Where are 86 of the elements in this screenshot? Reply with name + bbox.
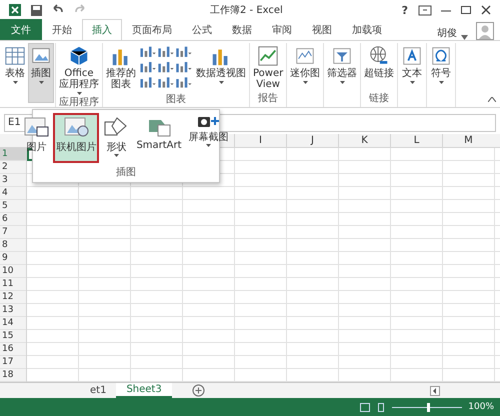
- help-button[interactable]: ?: [396, 4, 414, 16]
- account-name[interactable]: 胡俊: [437, 26, 457, 40]
- ribbon-tab[interactable]: 页面布局: [122, 19, 182, 40]
- spark-icon: [294, 45, 316, 67]
- caret-icon: [114, 154, 119, 157]
- row-header[interactable]: 10: [0, 265, 26, 278]
- column-header[interactable]: M: [442, 134, 494, 147]
- shape-icon: [103, 116, 130, 138]
- row-header[interactable]: 9: [0, 252, 26, 265]
- insert-option[interactable]: SmartArt: [133, 113, 185, 163]
- ribbon-button[interactable]: Office 应用程序: [57, 43, 101, 97]
- row-header[interactable]: 12: [0, 291, 26, 304]
- row-header[interactable]: 15: [0, 330, 26, 343]
- add-sheet-icon[interactable]: [192, 384, 205, 397]
- ribbon-tab[interactable]: 视图: [302, 19, 342, 40]
- ribbon-button[interactable]: 推荐的 图表: [104, 43, 138, 92]
- page-layout-icon[interactable]: [376, 402, 386, 412]
- ribbon-tab[interactable]: 审阅: [262, 19, 302, 40]
- globe-icon: [368, 45, 390, 67]
- ribbon-button[interactable]: Power View: [251, 43, 286, 92]
- column-header[interactable]: L: [390, 134, 442, 147]
- caret-icon: [12, 81, 18, 84]
- ribbon-button[interactable]: 筛选器: [325, 43, 360, 86]
- row-header[interactable]: 11: [0, 278, 26, 291]
- ribbon-button[interactable]: 数据透视图: [194, 43, 248, 86]
- column-header[interactable]: K: [338, 134, 390, 147]
- table-icon: [4, 45, 26, 67]
- sheet-tab[interactable]: Sheet3: [116, 383, 172, 398]
- window-title: 工作簿2 - Excel: [210, 4, 283, 17]
- save-icon[interactable]: [30, 4, 43, 16]
- row-header[interactable]: 6: [0, 213, 26, 226]
- group-label: 插图: [116, 166, 136, 179]
- row-header[interactable]: 1: [0, 148, 26, 161]
- caret-icon: [340, 81, 345, 84]
- normal-view-icon[interactable]: [360, 402, 370, 412]
- power-icon: [257, 45, 280, 67]
- maximize-icon[interactable]: [460, 5, 472, 15]
- row-header[interactable]: 5: [0, 200, 26, 213]
- ribbon-button[interactable]: 迷你图: [288, 43, 322, 86]
- row-header[interactable]: 14: [0, 317, 26, 330]
- insert-option[interactable]: 联机图片: [53, 113, 100, 163]
- ribbon-button[interactable]: 文本: [399, 43, 426, 86]
- online-icon: [63, 116, 90, 138]
- zoom-level[interactable]: 100%: [468, 402, 494, 412]
- omega-icon: [430, 45, 452, 67]
- ribbon-tab[interactable]: 开始: [42, 19, 82, 40]
- ribbon-tab[interactable]: 文件: [0, 19, 42, 40]
- group-label: 链接: [369, 93, 390, 104]
- row-header[interactable]: 13: [0, 304, 26, 317]
- column-header[interactable]: J: [286, 134, 338, 147]
- ribbon-button[interactable]: 表格: [2, 43, 28, 86]
- scroll-left-icon[interactable]: [430, 386, 440, 396]
- group-label: 应用程序: [59, 97, 99, 108]
- row-header[interactable]: 16: [0, 343, 26, 356]
- caret-icon: [218, 81, 224, 84]
- row-header[interactable]: 7: [0, 226, 26, 239]
- caret-icon: [38, 81, 44, 84]
- excel-logo-icon: [8, 3, 22, 17]
- cube-icon: [68, 45, 90, 67]
- caret-icon: [302, 81, 308, 84]
- ribbon-tab[interactable]: 数据: [222, 19, 262, 40]
- ribbon-tab[interactable]: 加载项: [342, 19, 392, 40]
- caret-icon: [76, 92, 82, 95]
- ribbon-display-icon[interactable]: [418, 4, 432, 16]
- caret-icon: [438, 81, 444, 84]
- row-header[interactable]: 2: [0, 161, 26, 174]
- group-label: 报告: [258, 93, 278, 104]
- text-icon: [401, 45, 424, 67]
- ribbon-button[interactable]: 超链接: [362, 43, 396, 81]
- ribbon-tab[interactable]: 插入: [82, 19, 122, 40]
- row-header[interactable]: 3: [0, 174, 26, 187]
- insert-option[interactable]: 形状: [100, 113, 132, 163]
- row-header[interactable]: 17: [0, 356, 26, 369]
- column-header[interactable]: I: [234, 134, 286, 147]
- row-header[interactable]: 4: [0, 187, 26, 200]
- caret-icon: [410, 81, 415, 84]
- sheet-tab[interactable]: et1: [80, 383, 116, 398]
- ribbon-button[interactable]: 插图: [28, 43, 54, 103]
- collapse-icon[interactable]: [488, 97, 496, 102]
- ribbon-button[interactable]: 符号: [428, 43, 454, 86]
- ribbon-tab[interactable]: 公式: [182, 19, 222, 40]
- close-icon[interactable]: [480, 5, 492, 15]
- filter-icon: [331, 45, 354, 67]
- group-label: 图表: [166, 94, 186, 105]
- row-header[interactable]: 8: [0, 239, 26, 252]
- insert-option[interactable]: 屏幕截图: [186, 113, 232, 163]
